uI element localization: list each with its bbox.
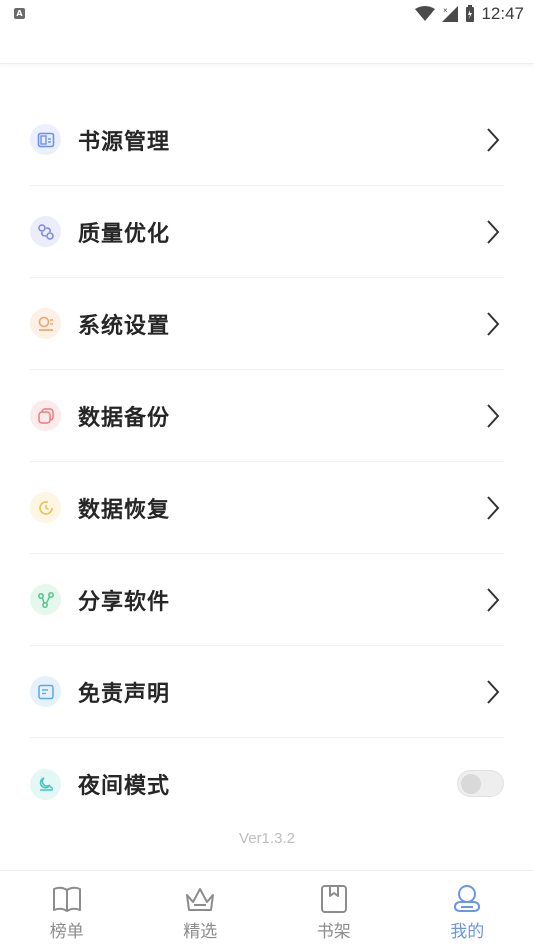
- tab-ranking[interactable]: 榜单: [0, 871, 134, 950]
- tab-label: 书架: [316, 922, 351, 942]
- chevron-right-icon: [487, 220, 500, 244]
- night-mode-icon: [30, 768, 61, 800]
- profile-icon: [454, 885, 481, 912]
- wifi-icon: [415, 6, 436, 21]
- svg-text:×: ×: [443, 6, 448, 15]
- status-icons: × 12:47: [415, 3, 524, 25]
- menu-item-data-backup[interactable]: 数据备份: [30, 370, 504, 462]
- chevron-right-icon: [487, 312, 500, 336]
- clock: 12:47: [481, 4, 524, 23]
- menu-item-label: 书源管理: [78, 129, 171, 155]
- menu-item-share[interactable]: 分享软件: [30, 554, 504, 646]
- chevron-right-icon: [487, 680, 500, 704]
- tab-label: 我的: [450, 922, 485, 942]
- tab-label: 精选: [183, 922, 218, 942]
- menu-item-data-restore[interactable]: 数据恢复: [30, 462, 504, 554]
- menu-item-label: 系统设置: [78, 313, 171, 339]
- menu-item-quality[interactable]: 质量优化: [30, 186, 504, 278]
- ranking-icon: [52, 886, 81, 912]
- status-bar: A × 12:47: [0, 0, 534, 28]
- chevron-right-icon: [487, 404, 500, 428]
- book-source-icon: [30, 124, 61, 155]
- quality-icon: [30, 216, 61, 247]
- bookshelf-icon: [320, 885, 347, 913]
- signal-icon: ×: [442, 6, 459, 22]
- battery-icon: [466, 5, 475, 22]
- menu-item-disclaimer[interactable]: 免责声明: [30, 646, 504, 738]
- settings-menu: 书源管理 质量优化 系统设置 数据备份 数据恢复 分享软件 免责声明 夜间模式: [30, 94, 504, 830]
- menu-item-label: 免责声明: [78, 681, 171, 707]
- app-bar: [0, 28, 534, 64]
- menu-item-system-settings[interactable]: 系统设置: [30, 278, 504, 370]
- chevron-right-icon: [487, 128, 500, 152]
- settings-icon: [30, 308, 61, 339]
- menu-item-label: 数据恢复: [78, 497, 171, 523]
- menu-item-book-source[interactable]: 书源管理: [30, 94, 504, 186]
- share-icon: [30, 584, 61, 615]
- toggle-knob: [461, 774, 481, 794]
- restore-icon: [30, 492, 61, 523]
- version-label: Ver1.3.2: [239, 830, 295, 847]
- menu-item-night-mode: 夜间模式: [30, 738, 504, 830]
- menu-item-label: 夜间模式: [78, 774, 171, 799]
- tab-label: 榜单: [49, 922, 84, 942]
- chevron-right-icon: [487, 496, 500, 520]
- tab-bookshelf[interactable]: 书架: [267, 871, 401, 950]
- app-notification-icon: A: [14, 8, 25, 19]
- bottom-tab-bar: 榜单 精选 书架 我的: [0, 870, 534, 950]
- tab-profile[interactable]: 我的: [401, 871, 534, 950]
- menu-item-label: 分享软件: [78, 589, 171, 615]
- chevron-right-icon: [487, 588, 500, 612]
- crown-icon: [186, 888, 215, 911]
- backup-icon: [30, 400, 61, 431]
- menu-item-label: 质量优化: [78, 221, 171, 247]
- tab-featured[interactable]: 精选: [134, 871, 268, 950]
- menu-item-label: 数据备份: [78, 405, 171, 431]
- disclaimer-icon: [30, 676, 61, 707]
- night-mode-toggle[interactable]: [457, 770, 504, 797]
